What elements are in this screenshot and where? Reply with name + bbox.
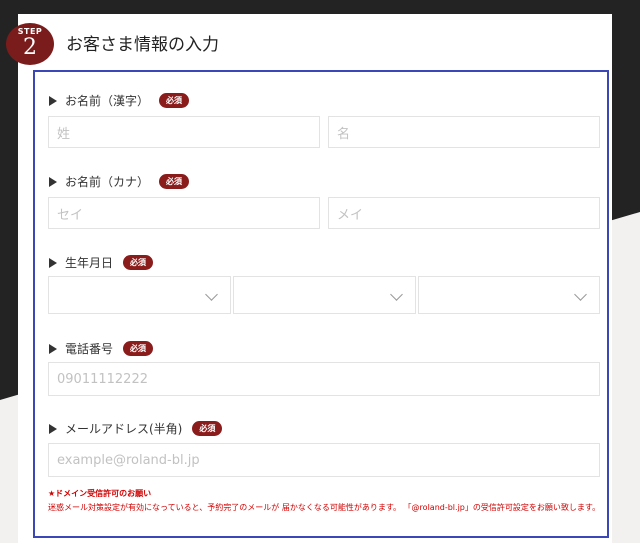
last-name-input[interactable]: 姓 — [48, 116, 320, 148]
required-badge: 必須 — [159, 174, 190, 189]
step-number: 2 — [23, 35, 37, 60]
required-badge: 必須 — [123, 341, 154, 356]
triangle-icon — [49, 95, 57, 106]
birth-month-select[interactable] — [233, 276, 416, 314]
birthday-label: 生年月日 必須 — [49, 254, 154, 271]
birth-day-select[interactable] — [418, 276, 600, 314]
domain-notice-body: 迷惑メール対策設定が有効になっていると、予約完了のメールが 届かなくなる可能性が… — [48, 503, 601, 512]
chevron-down-icon — [574, 288, 587, 301]
last-name-placeholder: 姓 — [57, 126, 71, 142]
email-label: メールアドレス(半角) 必須 — [49, 420, 223, 437]
phone-placeholder: 09011112222 — [57, 371, 148, 387]
phone-label: 電話番号 必須 — [49, 340, 154, 357]
triangle-icon — [49, 343, 57, 354]
first-name-placeholder: 名 — [337, 126, 351, 142]
last-name-kana-input[interactable]: セイ — [48, 197, 320, 229]
email-label-text: メールアドレス(半角) — [65, 422, 183, 436]
last-name-kana-placeholder: セイ — [57, 207, 84, 223]
birth-year-select[interactable] — [48, 276, 231, 314]
required-badge: 必須 — [159, 93, 190, 108]
chevron-down-icon — [205, 288, 218, 301]
phone-label-text: 電話番号 — [65, 342, 114, 356]
name-kana-label-text: お名前（カナ） — [65, 175, 150, 189]
triangle-icon — [49, 257, 57, 268]
triangle-icon — [49, 176, 57, 187]
first-name-kana-input[interactable]: メイ — [328, 197, 600, 229]
page-title: お客さま情報の入力 — [66, 35, 219, 55]
required-badge: 必須 — [123, 255, 154, 270]
name-kana-label: お名前（カナ） 必須 — [49, 173, 190, 190]
birthday-label-text: 生年月日 — [65, 256, 114, 270]
triangle-icon — [49, 423, 57, 434]
required-badge: 必須 — [192, 421, 223, 436]
step-badge: STEP 2 — [6, 23, 54, 65]
first-name-kana-placeholder: メイ — [337, 207, 364, 223]
domain-notice-title: ★ドメイン受信許可のお願い — [48, 489, 152, 498]
email-placeholder: example@roland-bl.jp — [57, 452, 200, 468]
chevron-down-icon — [390, 288, 403, 301]
name-kanji-label-text: お名前（漢字） — [65, 94, 150, 108]
first-name-input[interactable]: 名 — [328, 116, 600, 148]
phone-input[interactable]: 09011112222 — [48, 362, 600, 396]
name-kanji-label: お名前（漢字） 必須 — [49, 92, 190, 109]
email-input[interactable]: example@roland-bl.jp — [48, 443, 600, 477]
